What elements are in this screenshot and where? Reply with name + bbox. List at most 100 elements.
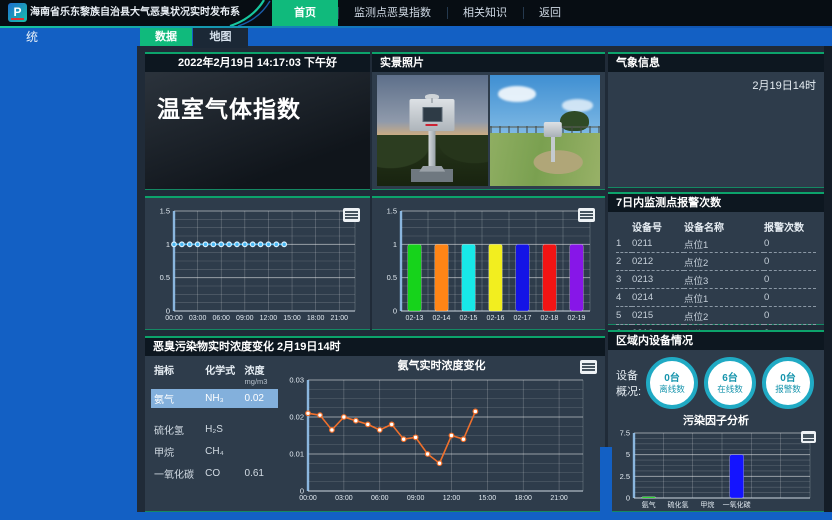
svg-text:5: 5 xyxy=(626,450,630,459)
table-row: 20212点位20 xyxy=(616,253,816,271)
nav-knowledge[interactable]: 相关知识 xyxy=(447,0,523,26)
app-logo-icon: P xyxy=(8,3,27,22)
photo-pole xyxy=(429,131,436,171)
table-cell: 0 xyxy=(764,271,816,289)
svg-text:02-16: 02-16 xyxy=(487,315,505,322)
svg-text:12:00: 12:00 xyxy=(260,315,278,322)
table-cell: 点位3 xyxy=(684,271,764,289)
pollutant-row[interactable]: 硫化氢H₂S xyxy=(151,420,278,439)
svg-text:18:00: 18:00 xyxy=(514,495,532,502)
weather-time: 2月19日14时 xyxy=(608,72,824,98)
table-cell: 0 xyxy=(764,307,816,325)
cloud xyxy=(498,86,536,102)
svg-text:02-13: 02-13 xyxy=(406,315,424,322)
svg-text:1: 1 xyxy=(393,240,397,249)
odor-index-line-chart: 00.511.500:0003:0006:0009:0012:0015:0018… xyxy=(148,203,370,332)
weather-panel: 气象信息 2月19日14时 xyxy=(608,52,824,188)
weather-panel-title: 气象信息 xyxy=(608,54,824,72)
table-cell: 0212 xyxy=(632,253,684,271)
odor-panel-body: 指标化学式浓度mg/m3 氨气NH₃0.02 硫化氢H₂S 甲烷CH₄ 一氧化碳CO0.… xyxy=(145,356,605,509)
photo-base xyxy=(419,166,445,172)
nav-odor-index[interactable]: 监测点恶臭指数 xyxy=(338,0,447,26)
pollutant-row[interactable]: 氨气NH₃0.02 xyxy=(151,389,278,408)
photos-panel: 实景照片 xyxy=(372,52,605,190)
chart-menu-icon[interactable] xyxy=(578,208,595,222)
table-row: 50215点位20 xyxy=(616,307,816,325)
table-cell: 0214 xyxy=(632,289,684,307)
table-cell: 点位1 xyxy=(684,235,764,253)
svg-text:03:00: 03:00 xyxy=(189,315,207,322)
factor-chart-title: 污染因子分析 xyxy=(612,414,820,429)
svg-text:00:00: 00:00 xyxy=(165,315,183,322)
svg-text:02-19: 02-19 xyxy=(568,315,586,322)
clock-datetime: 2022年2月19日 14:17:03 下午好 xyxy=(145,54,370,72)
alarm-col-header: 设备名称 xyxy=(684,218,764,235)
right-edge-strip xyxy=(824,46,832,512)
tab-data[interactable]: 数据 xyxy=(140,28,192,46)
alarm-table-header: 设备号设备名称报警次数 xyxy=(616,218,816,235)
odor-index-chart-panel: 00.511.500:0003:0006:0009:0012:0015:0018… xyxy=(145,196,370,330)
pollutant-cell: CO xyxy=(205,468,244,479)
svg-text:12:00: 12:00 xyxy=(443,495,461,502)
svg-text:03:00: 03:00 xyxy=(335,495,353,502)
svg-text:21:00: 21:00 xyxy=(330,315,348,322)
chart-menu-icon[interactable] xyxy=(580,360,597,374)
svg-text:09:00: 09:00 xyxy=(236,315,254,322)
pollutant-cell: H₂S xyxy=(205,424,244,435)
svg-text:02-17: 02-17 xyxy=(514,315,532,322)
nav-back[interactable]: 返回 xyxy=(523,0,577,26)
device-stats-row: 设备概况: 0台离线数6台在线数0台报警数 xyxy=(612,352,820,414)
svg-text:06:00: 06:00 xyxy=(212,315,230,322)
stat-count: 0台 xyxy=(780,373,796,384)
table-cell: 0213 xyxy=(632,271,684,289)
svg-text:0: 0 xyxy=(393,307,397,316)
site-photo-field[interactable] xyxy=(490,75,601,186)
svg-text:0.02: 0.02 xyxy=(289,413,304,422)
svg-text:21:00: 21:00 xyxy=(550,495,568,502)
pollutant-cell: 甲烷 xyxy=(151,444,205,459)
svg-text:0.03: 0.03 xyxy=(289,376,304,385)
device-panel-body: 设备概况: 0台离线数6台在线数0台报警数 污染因子分析 02.557.5氨气硫… xyxy=(608,350,824,518)
svg-text:15:00: 15:00 xyxy=(479,495,497,502)
svg-text:0.01: 0.01 xyxy=(289,450,304,459)
device-antenna xyxy=(425,94,439,99)
table-row: 30213点位30 xyxy=(616,271,816,289)
svg-text:1: 1 xyxy=(166,240,170,249)
cloud xyxy=(562,99,593,111)
main-nav: 首页监测点恶臭指数相关知识返回 xyxy=(272,0,577,26)
clock-panel: 2022年2月19日 14:17:03 下午好 温室气体指数 xyxy=(145,52,370,190)
svg-text:02-18: 02-18 xyxy=(541,315,559,322)
nh3-chart-area: 氨气实时浓度变化 00.010.020.0300:0003:0006:0009:… xyxy=(278,356,605,509)
table-row: 10211点位10 xyxy=(616,235,816,253)
device-stat-circles: 0台离线数6台在线数0台报警数 xyxy=(646,357,820,409)
pollutant-table-header: 指标化学式浓度mg/m3 xyxy=(151,360,278,386)
pollutant-row[interactable]: 一氧化碳CO0.61 xyxy=(151,464,278,483)
pollutant-cell: 0.02 xyxy=(245,393,278,404)
nav-home[interactable]: 首页 xyxy=(272,0,338,26)
pollutant-cell: 0.61 xyxy=(245,468,278,479)
svg-text:15:00: 15:00 xyxy=(283,315,301,322)
device-overview-label: 设备概况: xyxy=(612,367,646,399)
svg-text:一氧化碳: 一氧化碳 xyxy=(723,500,751,509)
monitoring-device xyxy=(544,122,562,137)
svg-text:1.5: 1.5 xyxy=(160,207,170,216)
chart-menu-icon[interactable] xyxy=(343,208,360,222)
clock-panel-body: 温室气体指数 xyxy=(145,72,370,189)
odor-panel-title: 恶臭污染物实时浓度变化 2月19日14时 xyxy=(145,338,605,356)
svg-text:7.5: 7.5 xyxy=(620,429,630,438)
pollutant-cell: 氨气 xyxy=(151,391,205,406)
table-cell: 2 xyxy=(616,253,632,271)
table-cell: 点位2 xyxy=(684,253,764,271)
daily-level-bar-chart: 00.511.502-1302-1402-1502-1602-1702-1802… xyxy=(375,203,605,332)
photos-panel-title: 实景照片 xyxy=(372,54,605,72)
table-cell: 0 xyxy=(764,235,816,253)
tab-map[interactable]: 地图 xyxy=(193,28,248,48)
site-photo-dusk[interactable] xyxy=(377,75,488,186)
svg-text:18:00: 18:00 xyxy=(307,315,325,322)
chart-menu-icon[interactable] xyxy=(801,431,816,443)
background-gap xyxy=(600,447,612,512)
table-cell: 5 xyxy=(616,307,632,325)
display-text: 温室气体指数 xyxy=(157,90,358,124)
table-cell: 点位2 xyxy=(684,307,764,325)
pollutant-row[interactable]: 甲烷CH₄ xyxy=(151,442,278,461)
